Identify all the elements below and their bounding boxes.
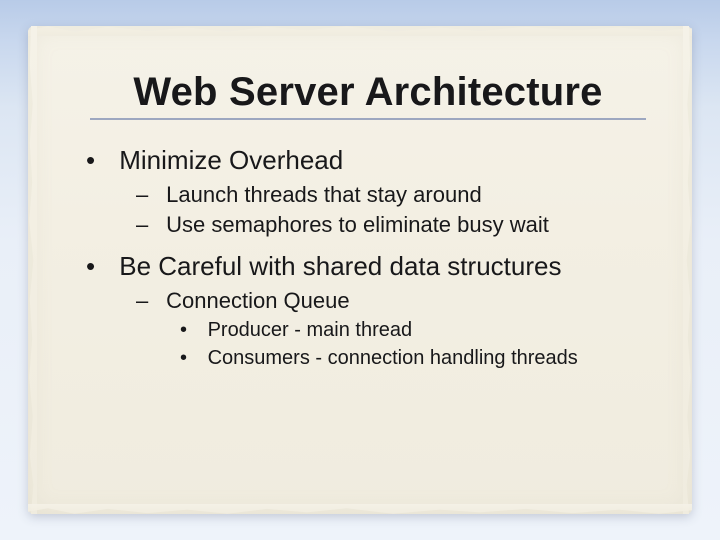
bullet-lvl1: Minimize Overhead Launch threads that st… — [90, 144, 646, 240]
slide-title: Web Server Architecture — [90, 70, 646, 120]
bullet-text: Use semaphores to eliminate busy wait — [166, 212, 549, 237]
bullet-text: Producer - main thread — [208, 319, 413, 341]
bullet-text: Launch threads that stay around — [166, 182, 482, 207]
bullet-lvl3: Consumers - connection handling threads — [180, 345, 646, 371]
bullet-text: Connection Queue — [166, 288, 349, 313]
bullet-text: Minimize Overhead — [119, 145, 343, 175]
bullet-lvl1: Be Careful with shared data structures C… — [90, 250, 646, 371]
bullet-sublist: Launch threads that stay around Use sema… — [136, 181, 646, 239]
slide: Web Server Architecture Minimize Overhea… — [0, 0, 720, 540]
bullet-text: Consumers - connection handling threads — [208, 347, 578, 369]
paper-edge-right — [683, 26, 695, 514]
bullet-lvl2: Use semaphores to eliminate busy wait — [136, 211, 646, 239]
paper-edge-left — [25, 26, 37, 514]
paper-background: Web Server Architecture Minimize Overhea… — [28, 26, 692, 514]
bullet-lvl2: Connection Queue Producer - main thread … — [136, 287, 646, 371]
bullet-lvl3: Producer - main thread — [180, 317, 646, 343]
bullet-text: Be Careful with shared data structures — [119, 251, 561, 281]
bullet-subsublist: Producer - main thread Consumers - conne… — [180, 317, 646, 371]
bullet-sublist: Connection Queue Producer - main thread … — [136, 287, 646, 371]
slide-content: Web Server Architecture Minimize Overhea… — [90, 70, 646, 381]
bullet-list: Minimize Overhead Launch threads that st… — [90, 144, 646, 371]
bullet-lvl2: Launch threads that stay around — [136, 181, 646, 209]
